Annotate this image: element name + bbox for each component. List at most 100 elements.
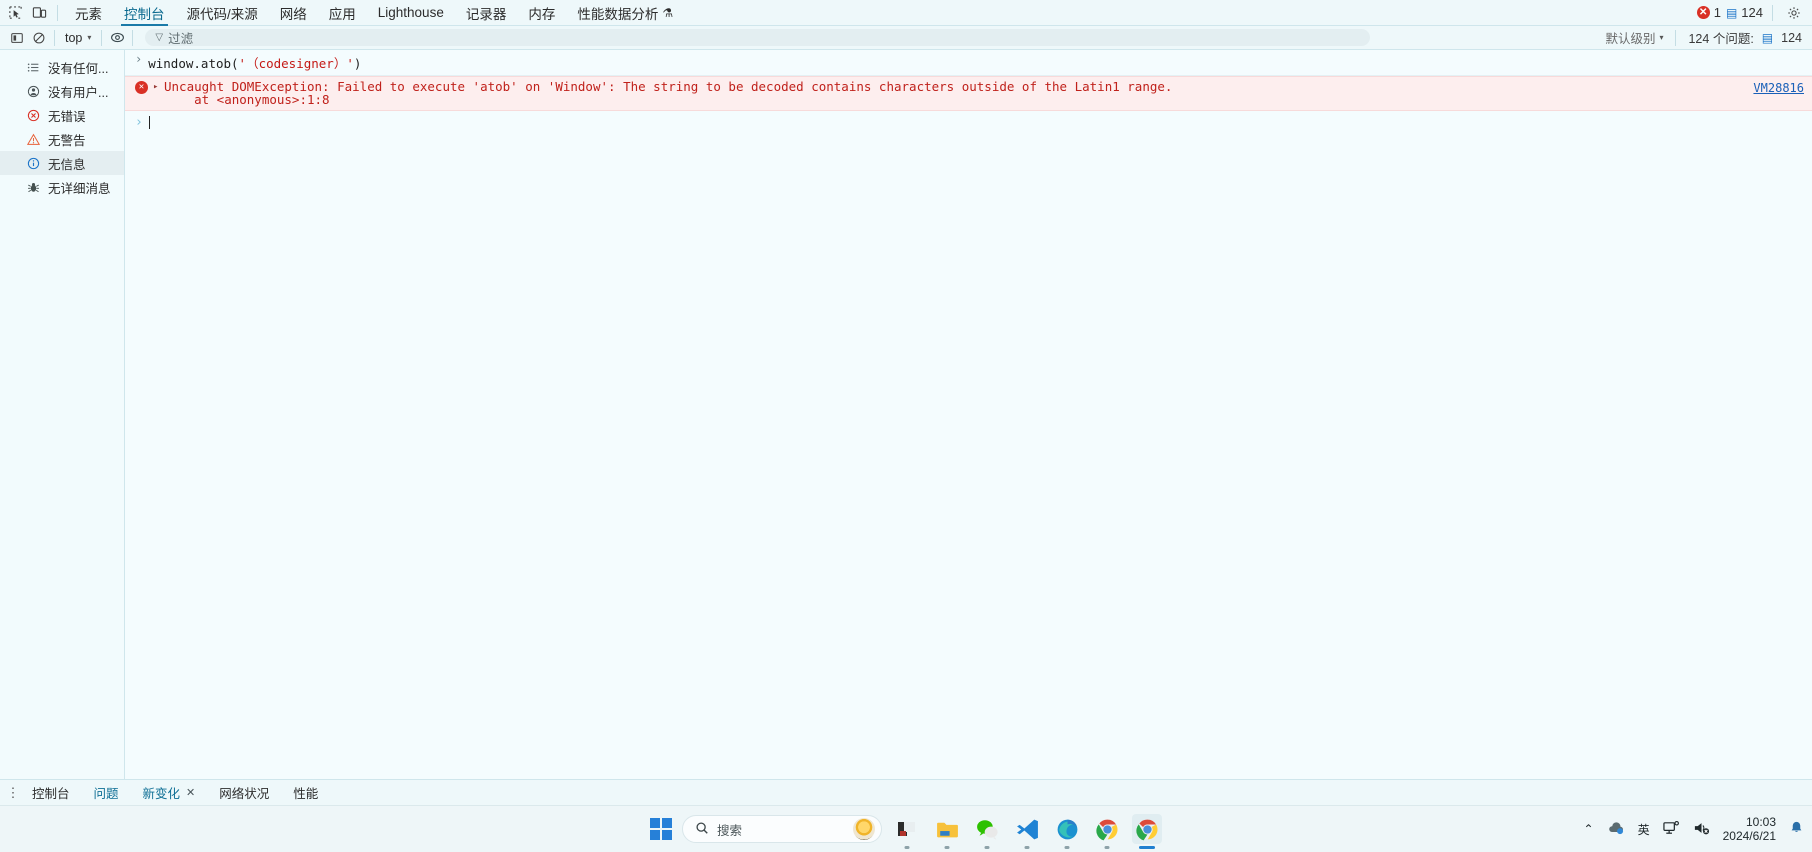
clock[interactable]: 10:03 2024/6/21 xyxy=(1723,815,1776,843)
filter-input[interactable]: ▽ 过滤 xyxy=(145,29,1371,46)
close-icon[interactable]: ✕ xyxy=(186,786,195,799)
drawer-tab-performance[interactable]: 性能 xyxy=(281,780,330,806)
message-icon: ▤ xyxy=(1761,30,1774,45)
taskbar-app-edge[interactable] xyxy=(1052,814,1082,849)
clock-time: 10:03 xyxy=(1745,815,1776,829)
system-tray: ⌃ 英 10:03 2024/6/21 xyxy=(1584,806,1804,852)
sidebar-item-warnings[interactable]: 无警告 xyxy=(0,127,124,151)
chevron-right-icon: › xyxy=(135,115,143,130)
sidebar-item-verbose[interactable]: 无详细消息 xyxy=(0,175,124,199)
drawer-tabbar: ⋮ 控制台 问题 新变化 ✕ 网络状况 性能 xyxy=(0,779,1812,805)
flask-icon: ⚗ xyxy=(662,5,674,20)
sidebar-item-label: 没有用户... xyxy=(48,85,109,100)
tab-sources[interactable]: 源代码/来源 xyxy=(176,0,269,26)
taskbar-app-chrome-active[interactable] xyxy=(1132,814,1162,849)
taskbar-app-vscode[interactable] xyxy=(1012,814,1042,849)
windows-taskbar: 搜索 ⌃ 英 10:03 2024/6/21 xyxy=(0,805,1812,852)
console-input-code: window.atob('（codesigner）') xyxy=(148,53,361,72)
log-level-selector[interactable]: 默认级别 ▾ xyxy=(1605,28,1663,47)
drawer-tab-label: 网络状况 xyxy=(219,787,270,801)
issues-text[interactable]: 124 个问题: xyxy=(1688,28,1753,47)
app-indicator xyxy=(1024,846,1030,849)
drawer-tab-issues[interactable]: 问题 xyxy=(82,780,131,806)
console-log[interactable]: › window.atob('（codesigner）') ✕ ▸ Uncaug… xyxy=(125,50,1812,779)
chevron-right-icon: › xyxy=(135,52,143,66)
drawer-tab-label: 问题 xyxy=(93,787,119,801)
display-icon[interactable] xyxy=(1662,820,1680,839)
tab-memory[interactable]: 内存 xyxy=(517,0,566,26)
taskbar-app-file-explorer[interactable] xyxy=(932,814,962,849)
sidebar-item-errors[interactable]: 无错误 xyxy=(0,103,124,127)
onedrive-icon[interactable] xyxy=(1607,820,1625,839)
sidebar-item-label: 没有任何... xyxy=(48,61,109,76)
funnel-icon: ▽ xyxy=(155,32,164,43)
status-divider xyxy=(1772,4,1773,21)
drawer-tab-console[interactable]: 控制台 xyxy=(20,780,82,806)
sidebar-item-label: 无错误 xyxy=(48,109,86,124)
screen: 元素 控制台 源代码/来源 网络 应用 Lighthouse 记录器 内存 性能… xyxy=(0,0,1812,852)
windows-start-icon[interactable] xyxy=(650,818,672,840)
warning-triangle-icon xyxy=(26,132,40,146)
sidebar-item-messages[interactable]: 没有任何... xyxy=(0,55,124,79)
devtools-tabbar: 元素 控制台 源代码/来源 网络 应用 Lighthouse 记录器 内存 性能… xyxy=(0,0,1812,26)
message-count-label: 124 xyxy=(1741,5,1763,20)
tab-network[interactable]: 网络 xyxy=(269,0,318,26)
sidebar-item-info[interactable]: 无信息 xyxy=(0,151,124,175)
tab-recorder[interactable]: 记录器 xyxy=(455,0,518,26)
taskbar-app-wechat[interactable] xyxy=(972,814,1002,849)
bell-icon[interactable] xyxy=(1789,820,1804,838)
tab-lighthouse[interactable]: Lighthouse xyxy=(367,0,455,26)
tab-elements[interactable]: 元素 xyxy=(64,0,113,26)
error-circle-icon: ✕ xyxy=(1696,6,1710,19)
console-prompt-row[interactable]: › xyxy=(125,111,1812,134)
console-body: 没有任何... 没有用户... 无错误 无警告 无信息 无详细消息 › wind… xyxy=(0,50,1812,779)
message-count-badge[interactable]: ▤ 124 xyxy=(1726,5,1763,20)
tab-application[interactable]: 应用 xyxy=(318,0,367,26)
tabbar-status: ✕ 1 ▤ 124 xyxy=(1696,1,1812,25)
drawer-tab-network-conditions[interactable]: 网络状况 xyxy=(207,780,281,806)
clock-date: 2024/6/21 xyxy=(1722,829,1776,843)
console-toolbar: top ▾ ▽ 过滤 默认级别 ▾ 124 个问题: ▤ 124 xyxy=(0,26,1812,50)
code-prefix: window.atob( xyxy=(148,56,239,71)
list-icon xyxy=(26,60,40,74)
toolbar-divider xyxy=(57,4,58,21)
tab-label: 源代码/来源 xyxy=(186,6,258,22)
drawer-tab-changes[interactable]: 新变化 ✕ xyxy=(131,780,208,806)
clear-console-icon[interactable] xyxy=(6,28,28,48)
taskbar-center: 搜索 xyxy=(650,806,1162,852)
live-expression-icon[interactable] xyxy=(106,28,128,48)
inspect-element-icon[interactable] xyxy=(3,1,27,25)
more-vertical-icon[interactable]: ⋮ xyxy=(6,785,20,801)
tab-label: Lighthouse xyxy=(377,5,444,20)
tab-performance-insights[interactable]: 性能数据分析 ⚗ xyxy=(566,0,684,26)
sidebar-item-user-messages[interactable]: 没有用户... xyxy=(0,79,124,103)
taskbar-app-file-explorer-dark[interactable] xyxy=(892,814,922,849)
error-circle-icon: ✕ xyxy=(135,81,148,94)
tab-label: 应用 xyxy=(328,6,356,22)
volume-muted-icon[interactable] xyxy=(1693,820,1710,839)
search-input[interactable]: 搜索 xyxy=(682,815,882,843)
chevron-up-icon[interactable]: ⌃ xyxy=(1584,822,1594,836)
ime-indicator[interactable]: 英 xyxy=(1638,821,1650,838)
app-indicator xyxy=(1064,846,1070,849)
console-error-row[interactable]: ✕ ▸ Uncaught DOMException: Failed to exe… xyxy=(125,76,1812,111)
info-circle-icon xyxy=(26,156,40,170)
tab-console[interactable]: 控制台 xyxy=(113,0,176,26)
tab-label: 记录器 xyxy=(465,6,507,22)
gear-icon[interactable] xyxy=(1782,1,1806,25)
taskbar-app-chrome[interactable] xyxy=(1092,814,1122,849)
copilot-icon[interactable] xyxy=(853,818,875,840)
search-placeholder: 搜索 xyxy=(717,823,743,838)
console-input-row[interactable]: › window.atob('（codesigner）') xyxy=(125,50,1812,76)
expand-triangle-icon[interactable]: ▸ xyxy=(153,82,160,92)
drawer-tab-label: 控制台 xyxy=(32,787,70,801)
error-count-label: 1 xyxy=(1713,5,1721,20)
device-toolbar-icon[interactable] xyxy=(27,1,51,25)
sidebar-item-label: 无信息 xyxy=(48,157,86,172)
error-source-link[interactable]: VM28816 xyxy=(1753,81,1804,95)
drawer-tab-label: 新变化 xyxy=(142,787,181,801)
error-count-badge[interactable]: ✕ 1 xyxy=(1696,5,1721,20)
context-selector[interactable]: top ▾ xyxy=(59,28,97,48)
no-entry-icon[interactable] xyxy=(28,28,50,48)
tab-label: 网络 xyxy=(279,6,307,22)
